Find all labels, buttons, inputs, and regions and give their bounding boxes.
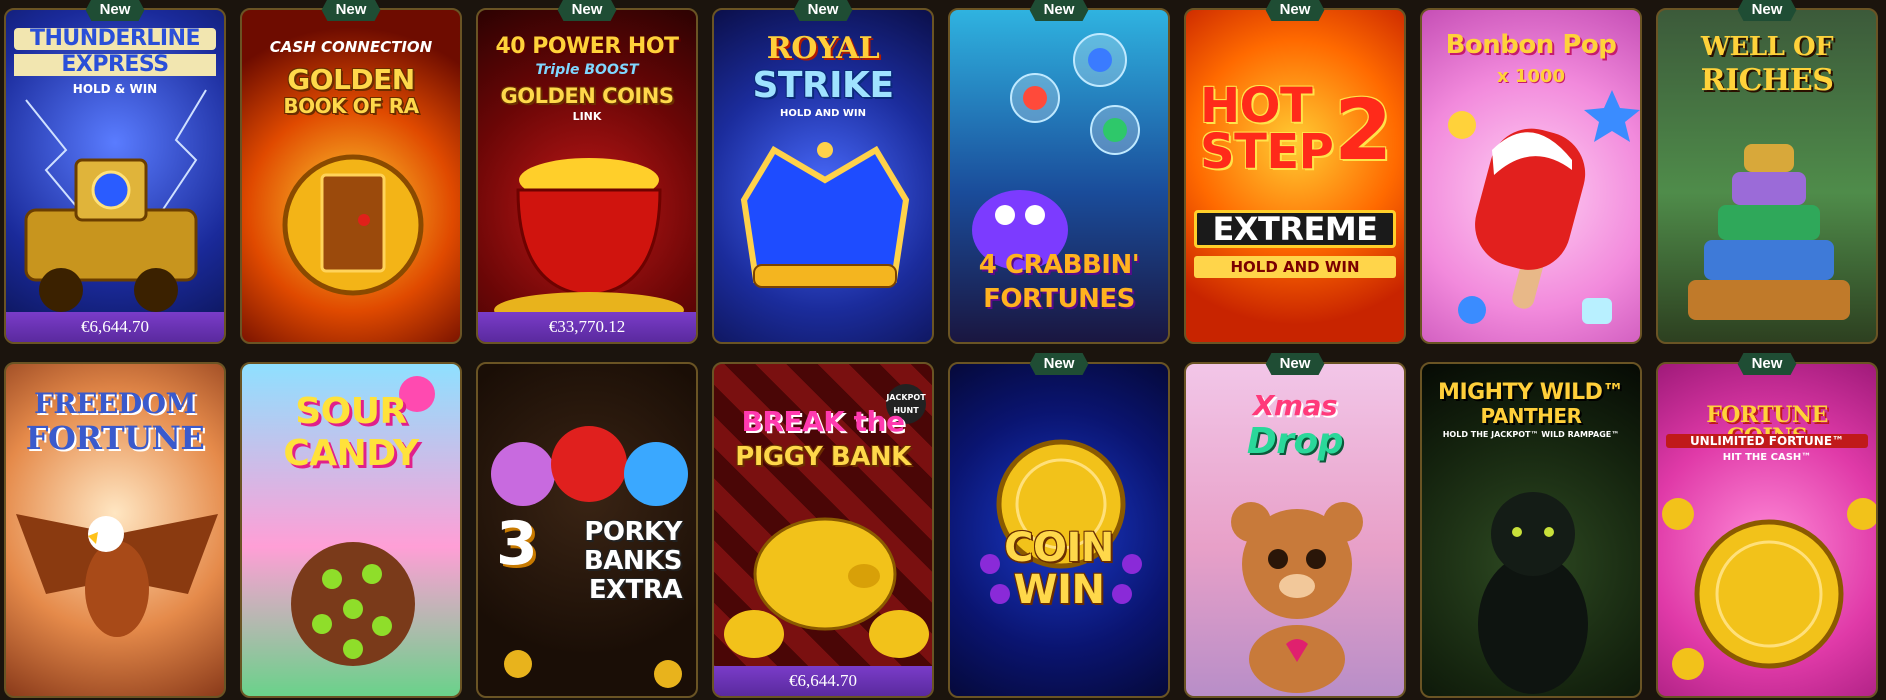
game-tile-4-crabbin-fortunes[interactable]: New 4 CRABBIN' FORTUNES (948, 0, 1170, 344)
game-subtitle: HOLD THE JACKPOT™ WILD RAMPAGE™ (1442, 430, 1620, 439)
game-tile-fortune-coins[interactable]: New FORTUNE COINS UNLIMITED FORTUNE™ HIT… (1656, 353, 1878, 698)
game-title-line2: BANKS (583, 546, 683, 576)
game-brand: CASH CONNECTION (269, 38, 433, 56)
game-title-line1: FREEDOM (34, 387, 197, 420)
game-title-line1: GOLDEN (287, 63, 415, 96)
game-title-line2: RICHES (1700, 63, 1834, 98)
game-title-line1: SOUR (295, 391, 407, 432)
game-title-line1: Xmas (1252, 389, 1338, 422)
game-tile-sour-candy[interactable]: SOUR CANDY (240, 362, 462, 698)
game-title-line2: x 1000 (1497, 66, 1565, 87)
new-badge: New (1029, 353, 1089, 375)
game-title-number: 2 (1334, 81, 1392, 179)
game-subtitle: HOLD & WIN (72, 82, 158, 96)
game-title-line1: Bonbon Pop (1445, 30, 1617, 60)
game-title-line1: 40 POWER HOT (495, 34, 679, 59)
game-tile-well-of-riches[interactable]: New WELL OF RICHES (1656, 0, 1878, 344)
game-title-line1: MIGHTY WILD™ (1438, 380, 1624, 405)
new-badge: New (1737, 353, 1797, 375)
popsicle-icon (1448, 90, 1640, 324)
game-tile-hot-step-2-extreme[interactable]: New HOT STEP 2 EXTREME HOLD AND WIN (1184, 0, 1406, 344)
game-title-line2: PANTHER (1480, 404, 1582, 428)
jackpot-amount: €33,770.12 (478, 312, 696, 342)
game-title-line2: Triple BOOST (535, 62, 639, 78)
game-tile-coin-win[interactable]: New COIN WIN (948, 353, 1170, 698)
game-tile-thunderline-express[interactable]: New THUNDERLINE EXPRESS HOLD & WIN €6,64… (4, 0, 226, 344)
game-title-line3: EXTRA (588, 575, 683, 605)
game-title-line1: 4 CRABBIN' (978, 250, 1140, 280)
game-tile-xmas-drop[interactable]: New Xmas Drop (1184, 353, 1406, 698)
game-title-line1: PORKY (584, 517, 682, 547)
game-title-line2: FORTUNES (983, 284, 1135, 314)
game-title-line3: EXTREME (1194, 210, 1396, 248)
game-tile-royal-strike[interactable]: New ROYAL STRIKE HOLD AND WIN (712, 0, 934, 344)
game-tile-3-porky-banks-extra[interactable]: 3 PORKY BANKS EXTRA (476, 362, 698, 698)
book-coin-icon (282, 154, 424, 296)
game-title-line1: COIN (1004, 525, 1114, 571)
new-badge: New (321, 0, 381, 21)
new-badge: New (1029, 0, 1089, 21)
game-title-line3: GOLDEN COINS (500, 84, 674, 108)
jackpot-amount: €6,644.70 (6, 312, 224, 342)
new-badge: New (1265, 353, 1325, 375)
game-tile-40-power-hot[interactable]: New 40 POWER HOT Triple BOOST GOLDEN COI… (476, 0, 698, 344)
game-subtitle: HOLD AND WIN (779, 108, 867, 119)
game-title-line2: BOOK OF RA (283, 94, 419, 118)
new-badge: New (1265, 0, 1325, 21)
game-tile-freedom-fortune[interactable]: FREEDOM FORTUNE (4, 362, 226, 698)
game-title-line1: THUNDERLINE (14, 28, 216, 50)
game-subtitle: HIT THE CASH™ (1722, 452, 1812, 463)
game-title-line2: UNLIMITED FORTUNE™ (1666, 434, 1868, 448)
new-badge: New (793, 0, 853, 21)
game-title-line2: EXPRESS (14, 54, 216, 76)
new-badge: New (557, 0, 617, 21)
pot-of-gold-icon (494, 158, 684, 328)
game-title-line4: LINK (572, 110, 602, 123)
game-title-line2: WIN (1013, 567, 1105, 613)
new-badge: New (85, 0, 145, 21)
game-title-line1: WELL OF (1700, 32, 1834, 62)
game-tile-bonbon-pop[interactable]: Bonbon Pop x 1000 (1420, 8, 1642, 344)
game-grid: New THUNDERLINE EXPRESS HOLD & WIN €6,64… (4, 0, 1878, 698)
game-title-line2: Drop (1246, 421, 1344, 462)
game-tile-break-the-piggy-bank[interactable]: JACKPOT HUNT BREAK the PIGGY BANK €6,644… (712, 362, 934, 698)
game-title-line2: CANDY (283, 433, 419, 474)
game-tile-golden-book-of-ra[interactable]: New CASH CONNECTION GOLDEN BOOK OF RA (240, 0, 462, 344)
game-tile-mighty-wild-panther[interactable]: MIGHTY WILD™ PANTHER HOLD THE JACKPOT™ W… (1420, 362, 1642, 698)
game-title-line1: BREAK the (741, 405, 905, 438)
jackpot-amount: €6,644.70 (714, 666, 932, 696)
game-title-line1: ROYAL (766, 31, 880, 66)
game-title-line2: PIGGY BANK (735, 442, 911, 472)
new-badge: New (1737, 0, 1797, 21)
game-title-line2: STRIKE (752, 65, 894, 106)
game-title-line2: FORTUNE (25, 419, 205, 457)
game-subtitle: HOLD AND WIN (1194, 256, 1396, 278)
